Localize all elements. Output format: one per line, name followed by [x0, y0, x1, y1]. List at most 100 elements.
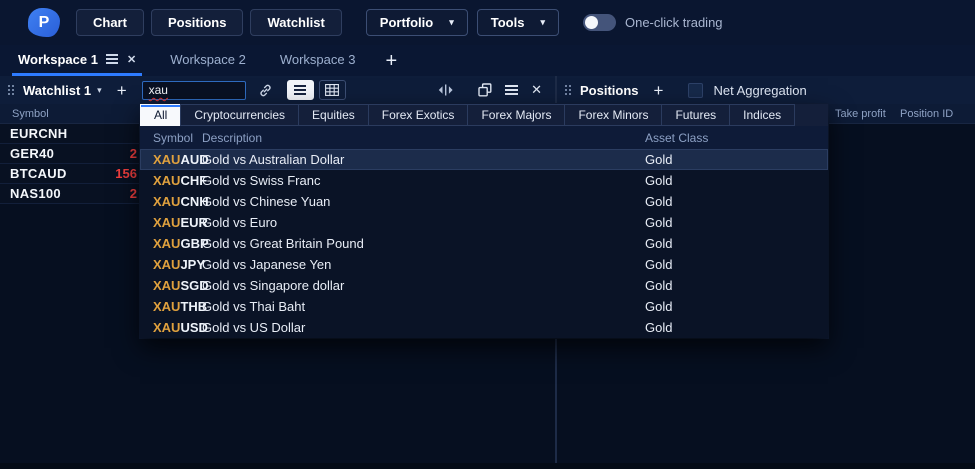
asset-tab-cryptocurrencies[interactable]: Cryptocurrencies: [180, 104, 299, 126]
symbol-column-label: Symbol: [12, 108, 49, 120]
asset-tab-forex-exotics[interactable]: Forex Exotics: [368, 104, 469, 126]
search-input-value: xau: [149, 83, 168, 97]
watchlist-symbol: GER40: [10, 146, 54, 161]
result-asset-class: Gold: [645, 278, 672, 293]
result-symbol: XAUGBP: [153, 236, 209, 251]
chevron-down-icon[interactable]: ▾: [97, 85, 102, 96]
workspace-menu-icon[interactable]: [106, 54, 118, 64]
workspace-close-icon[interactable]: ✕: [127, 53, 136, 66]
result-asset-class: Gold: [645, 257, 672, 272]
asset-tab-futures[interactable]: Futures: [661, 104, 730, 126]
result-description: Gold vs US Dollar: [202, 320, 305, 335]
chevron-down-icon: ▾: [540, 17, 545, 28]
result-symbol: XAUCNH: [153, 194, 209, 209]
symbol-search-input[interactable]: xau: [142, 81, 246, 100]
topbar-menus: Portfolio ▾ Tools ▾: [366, 9, 559, 36]
panel-menu-icon[interactable]: [505, 85, 518, 95]
grid-icon: [325, 84, 339, 96]
nav-button-watchlist[interactable]: Watchlist: [250, 9, 341, 36]
result-description: Gold vs Thai Baht: [202, 299, 305, 314]
results-asset-class-column-label: Asset Class: [645, 131, 708, 145]
watchlist-price-fragment: 156: [115, 166, 137, 181]
add-position-button[interactable]: +: [654, 82, 664, 99]
results-symbol-column-label: Symbol: [153, 131, 193, 145]
result-symbol: XAUUSD: [153, 320, 208, 335]
watchlist-symbol: BTCAUD: [10, 166, 67, 181]
result-description: Gold vs Great Britain Pound: [202, 236, 364, 251]
result-description: Gold vs Singapore dollar: [202, 278, 344, 293]
logo-letter: P: [39, 14, 50, 32]
topbar: P Chart PositionsWatchlist Portfolio ▾ To…: [0, 0, 975, 45]
search-result-xauusd[interactable]: XAUUSD Gold vs US Dollar Gold: [140, 317, 828, 338]
close-panel-icon[interactable]: ✕: [531, 82, 542, 98]
topbar-nav: Chart PositionsWatchlist: [76, 9, 342, 36]
toggle-knob: [585, 16, 598, 29]
workspace-tabs: Workspace 1 ✕ Workspace 2 Workspace 3: [12, 45, 361, 76]
result-description: Gold vs Swiss Franc: [202, 173, 320, 188]
search-result-xaugbp[interactable]: XAUGBP Gold vs Great Britain Pound Gold: [140, 233, 828, 254]
drag-handle-icon[interactable]: [565, 85, 571, 95]
net-aggregation-checkbox[interactable]: [688, 83, 703, 98]
search-result-xaucnh[interactable]: XAUCNH Gold vs Chinese Yuan Gold: [140, 191, 828, 212]
result-description: Gold vs Chinese Yuan: [202, 194, 330, 209]
position-id-column-label: Position ID: [900, 108, 953, 120]
trading-app: P ChartPositionsWatchlist Portfolio ▾ To…: [0, 0, 975, 469]
asset-tab-forex-majors[interactable]: Forex Majors: [467, 104, 565, 126]
tools-menu-button[interactable]: Tools ▾: [477, 9, 559, 36]
nav-button-positions[interactable]: Positions: [151, 9, 244, 36]
asset-tab-indices[interactable]: Indices: [729, 104, 795, 126]
result-asset-class: Gold: [645, 320, 672, 335]
result-symbol: XAUEUR: [153, 215, 208, 230]
one-click-trading-toggle[interactable]: [583, 14, 616, 31]
link-icon[interactable]: [258, 83, 273, 98]
watchlist-title[interactable]: Watchlist 1: [23, 83, 91, 98]
chevron-down-icon: ▾: [449, 17, 454, 28]
duplicate-panel-icon[interactable]: [478, 83, 492, 97]
one-click-trading-label: One-click trading: [625, 15, 723, 30]
result-description: Gold vs Australian Dollar: [202, 152, 344, 167]
watchlist-symbol: EURCNH: [10, 126, 67, 141]
positions-panel-header: Positions + Net Aggregation: [557, 76, 975, 104]
search-result-xauaud[interactable]: XAUAUD Gold vs Australian Dollar Gold: [140, 149, 828, 170]
search-result-xauchf[interactable]: XAUCHF Gold vs Swiss Franc Gold: [140, 170, 828, 191]
result-symbol: XAUJPY: [153, 257, 205, 272]
add-symbol-button[interactable]: +: [117, 82, 127, 99]
result-symbol: XAUCHF: [153, 173, 207, 188]
watchlist-price-fragment: 2: [130, 186, 137, 201]
positions-title: Positions: [580, 83, 639, 98]
resize-horizontal-icon[interactable]: [437, 84, 454, 96]
asset-tab-all[interactable]: All: [140, 104, 181, 126]
app-logo-icon[interactable]: P: [28, 8, 60, 37]
list-view-button[interactable]: [287, 80, 314, 100]
grid-view-button[interactable]: [319, 80, 346, 100]
result-asset-class: Gold: [645, 236, 672, 251]
search-result-xauthb[interactable]: XAUTHB Gold vs Thai Baht Gold: [140, 296, 828, 317]
workspace-tab-workspace-1[interactable]: Workspace 1 ✕: [12, 45, 142, 76]
search-results-list: XAUAUD Gold vs Australian Dollar Gold XA…: [140, 149, 828, 338]
search-result-xaueur[interactable]: XAUEUR Gold vs Euro Gold: [140, 212, 828, 233]
result-asset-class: Gold: [645, 152, 672, 167]
drag-handle-icon[interactable]: [8, 85, 14, 95]
result-description: Gold vs Japanese Yen: [202, 257, 331, 272]
watchlist-panel-header: Watchlist 1 ▾ + xau: [0, 76, 555, 104]
search-results-header: Symbol Description Asset Class: [140, 126, 828, 149]
symbol-search-dropdown: AllCryptocurrenciesEquitiesForex Exotics…: [140, 104, 828, 338]
asset-tab-forex-minors[interactable]: Forex Minors: [564, 104, 662, 126]
list-icon: [294, 85, 306, 94]
workspace-tab-workspace-2[interactable]: Workspace 2: [164, 45, 252, 76]
add-workspace-button[interactable]: +: [385, 51, 397, 71]
asset-class-tabs: AllCryptocurrenciesEquitiesForex Exotics…: [140, 104, 828, 126]
result-symbol: XAUSGD: [153, 278, 209, 293]
result-asset-class: Gold: [645, 215, 672, 230]
workspace-tab-workspace-3[interactable]: Workspace 3: [274, 45, 362, 76]
result-description: Gold vs Euro: [202, 215, 277, 230]
search-result-xausgd[interactable]: XAUSGD Gold vs Singapore dollar Gold: [140, 275, 828, 296]
asset-tab-equities[interactable]: Equities: [298, 104, 369, 126]
result-asset-class: Gold: [645, 173, 672, 188]
results-description-column-label: Description: [202, 131, 262, 145]
search-result-xaujpy[interactable]: XAUJPY Gold vs Japanese Yen Gold: [140, 254, 828, 275]
result-asset-class: Gold: [645, 194, 672, 209]
watchlist-symbol: NAS100: [10, 186, 61, 201]
nav-button-chart[interactable]: Chart: [76, 9, 144, 36]
portfolio-menu-button[interactable]: Portfolio ▾: [366, 9, 468, 36]
